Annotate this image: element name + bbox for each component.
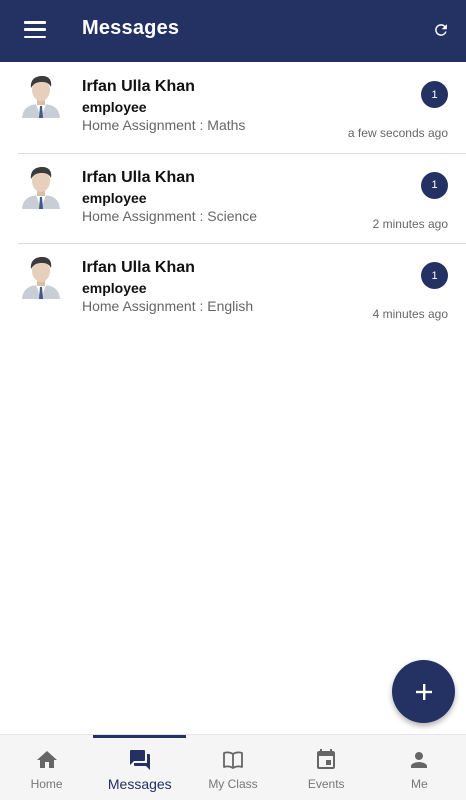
app-bar: Messages: [0, 0, 466, 62]
message-item[interactable]: Irfan Ulla Khan employee Home Assignment…: [0, 243, 466, 334]
tab-my-class[interactable]: My Class: [186, 735, 279, 800]
bottom-navigation: Home Messages My Class Events Me: [0, 734, 466, 800]
sender-role: employee: [82, 280, 147, 296]
tab-messages[interactable]: Messages: [93, 735, 187, 800]
message-time: 4 minutes ago: [372, 307, 448, 321]
avatar: [20, 255, 62, 299]
message-list: Irfan Ulla Khan employee Home Assignment…: [0, 62, 466, 334]
new-message-button[interactable]: [392, 660, 455, 723]
tab-label: Me: [411, 777, 428, 791]
tab-events[interactable]: Events: [280, 735, 373, 800]
sender-role: employee: [82, 99, 147, 115]
message-subject: Home Assignment : English: [82, 298, 254, 314]
tab-label: Events: [307, 777, 345, 791]
message-item[interactable]: Irfan Ulla Khan employee Home Assignment…: [0, 152, 466, 244]
person-icon: [411, 752, 428, 768]
tab-label: Messages: [107, 776, 172, 792]
message-item[interactable]: Irfan Ulla Khan employee Home Assignment…: [0, 62, 466, 153]
tab-label: Home: [30, 777, 63, 791]
unread-count-badge: 1: [421, 81, 448, 108]
sender-role: employee: [82, 189, 147, 206]
unread-count-badge: 1: [421, 262, 448, 289]
tab-me[interactable]: Me: [373, 735, 466, 800]
unread-count-badge: 1: [421, 171, 448, 199]
message-subject: Home Assignment : Science: [82, 207, 258, 224]
plus-icon: [415, 683, 432, 700]
menu-icon[interactable]: [24, 21, 46, 39]
message-time: a few seconds ago: [347, 126, 448, 140]
message-time: 2 minutes ago: [372, 216, 448, 231]
calendar-icon: [317, 749, 336, 769]
page-title: Messages: [82, 17, 180, 39]
message-subject: Home Assignment : Maths: [82, 117, 246, 133]
avatar: [20, 165, 62, 209]
book-icon: [223, 751, 243, 769]
refresh-icon[interactable]: [430, 19, 452, 41]
avatar: [20, 74, 62, 118]
tab-home[interactable]: Home: [0, 735, 93, 800]
tab-label: My Class: [208, 777, 258, 791]
sender-name: Irfan Ulla Khan: [82, 259, 195, 276]
sender-name: Irfan Ulla Khan: [82, 78, 195, 95]
chat-icon: [129, 750, 150, 770]
home-icon: [36, 751, 57, 768]
sender-name: Irfan Ulla Khan: [82, 168, 195, 186]
